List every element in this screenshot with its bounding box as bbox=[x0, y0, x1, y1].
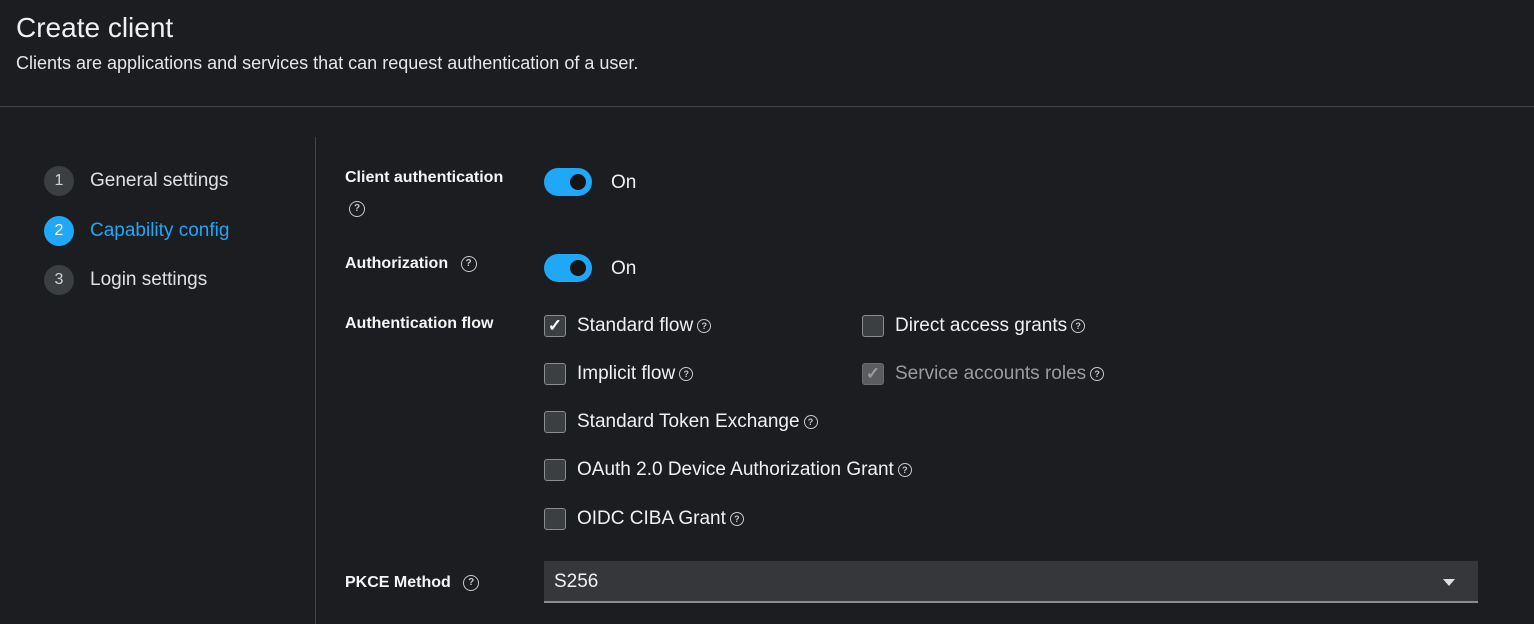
authorization-label: Authorization ? bbox=[345, 255, 477, 273]
client-authentication-label: Client authentication bbox=[345, 169, 504, 186]
help-icon[interactable]: ? bbox=[460, 255, 477, 272]
oauth-device-authorization-grant-checkbox[interactable] bbox=[544, 459, 566, 481]
help-icon[interactable]: ? bbox=[697, 319, 712, 333]
authorization-state: On bbox=[611, 258, 637, 279]
page-title: Create client bbox=[16, 12, 174, 43]
implicit-flow-checkbox[interactable] bbox=[544, 363, 566, 385]
step-label: General settings bbox=[90, 170, 229, 191]
service-accounts-roles-label: Service accounts roles bbox=[895, 363, 1087, 384]
standard-flow-option[interactable]: ✓ Standard flow ? bbox=[544, 313, 712, 339]
oauth-device-authorization-grant-option[interactable]: OAuth 2.0 Device Authorization Grant ? bbox=[544, 457, 912, 483]
standard-flow-checkbox[interactable]: ✓ bbox=[544, 315, 566, 337]
direct-access-grants-option[interactable]: Direct access grants ? bbox=[862, 313, 1086, 339]
checkmark-icon: ✓ bbox=[547, 316, 563, 335]
wizard-step-login-settings[interactable]: 3 Login settings bbox=[44, 265, 207, 295]
direct-access-grants-label: Direct access grants bbox=[895, 315, 1068, 336]
checkmark-icon: ✓ bbox=[865, 364, 881, 383]
oidc-ciba-grant-option[interactable]: OIDC CIBA Grant ? bbox=[544, 506, 744, 532]
authorization-toggle[interactable] bbox=[544, 254, 592, 282]
pkce-method-label: PKCE Method ? bbox=[345, 574, 480, 592]
client-authentication-toggle[interactable] bbox=[544, 168, 592, 196]
toggle-knob bbox=[570, 174, 586, 190]
help-icon[interactable]: ? bbox=[349, 201, 365, 217]
step-number: 2 bbox=[44, 216, 74, 246]
service-accounts-roles-checkbox: ✓ bbox=[862, 363, 884, 385]
page-header: Create client Clients are applications a… bbox=[0, 0, 1534, 107]
oidc-ciba-grant-checkbox[interactable] bbox=[544, 508, 566, 530]
caret-down-icon bbox=[1443, 579, 1455, 586]
standard-token-exchange-checkbox[interactable] bbox=[544, 411, 566, 433]
page-subtitle: Clients are applications and services th… bbox=[16, 53, 639, 73]
wizard-nav: 1 General settings 2 Capability config 3… bbox=[0, 137, 316, 624]
authentication-flow-label: Authentication flow bbox=[345, 315, 494, 332]
help-icon[interactable]: ? bbox=[897, 463, 912, 477]
help-icon[interactable]: ? bbox=[679, 367, 694, 381]
oidc-ciba-grant-label: OIDC CIBA Grant bbox=[577, 508, 726, 529]
step-label: Capability config bbox=[90, 220, 230, 241]
pkce-method-value: S256 bbox=[554, 571, 599, 592]
oauth-device-authorization-grant-label: OAuth 2.0 Device Authorization Grant bbox=[577, 459, 894, 480]
direct-access-grants-checkbox[interactable] bbox=[862, 315, 884, 337]
standard-token-exchange-label: Standard Token Exchange bbox=[577, 411, 800, 432]
help-icon[interactable]: ? bbox=[1071, 319, 1086, 333]
client-authentication-state: On bbox=[611, 172, 637, 193]
pkce-method-select[interactable]: S256 bbox=[544, 561, 1478, 603]
step-number: 1 bbox=[44, 166, 74, 196]
standard-token-exchange-option[interactable]: Standard Token Exchange ? bbox=[544, 409, 818, 435]
toggle-knob bbox=[570, 260, 586, 276]
help-icon[interactable]: ? bbox=[803, 415, 818, 429]
service-accounts-roles-option: ✓ Service accounts roles ? bbox=[862, 361, 1105, 387]
implicit-flow-label: Implicit flow bbox=[577, 363, 676, 384]
help-icon[interactable]: ? bbox=[463, 574, 480, 591]
help-icon[interactable]: ? bbox=[729, 512, 744, 526]
wizard-step-general-settings[interactable]: 1 General settings bbox=[44, 166, 228, 196]
help-icon[interactable]: ? bbox=[1090, 367, 1105, 381]
standard-flow-label: Standard flow bbox=[577, 315, 694, 336]
wizard-step-capability-config[interactable]: 2 Capability config bbox=[44, 216, 229, 246]
implicit-flow-option[interactable]: Implicit flow ? bbox=[544, 361, 694, 387]
step-number: 3 bbox=[44, 265, 74, 295]
step-label: Login settings bbox=[90, 269, 208, 290]
